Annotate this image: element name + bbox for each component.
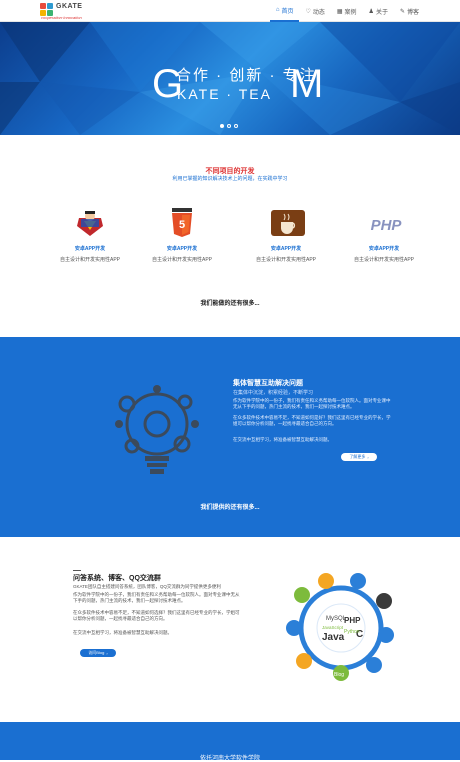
- qq-paragraph: 在众多软件技术中容易不足，不知道如何选择？我们这里有已经专业的学长，学姐可以帮你…: [73, 610, 240, 621]
- arrow-right-icon: ›: [367, 454, 369, 460]
- band-subtitle: 在集体中沉淀，积累经验，不断学习: [233, 390, 314, 396]
- nav-item-label: 首页: [281, 8, 294, 15]
- hub-label: Blog: [334, 672, 344, 678]
- hub-label: JavaScript: [322, 625, 344, 630]
- nav-item-4[interactable]: ✎ 博客: [394, 0, 425, 22]
- site-header: GKATE cooperation·Innovation ⌂ 首页 ♡ 动态 ▦ 案例 ♟ 关…: [0, 0, 460, 22]
- hub-label: PHP: [344, 616, 361, 625]
- project-card-java[interactable]: 安卓APP开发 自主设计和开发实用性APP: [246, 208, 326, 263]
- footer-text: 依托河南大学软件学院: [199, 756, 260, 762]
- projects-more: 我们能做的还有很多...: [200, 301, 260, 307]
- carousel-dot[interactable]: [234, 124, 238, 128]
- project-card-desc: 自主设计和开发实用性APP: [255, 257, 316, 263]
- nav-item-0[interactable]: ⌂ 首页: [269, 0, 300, 22]
- qq-paragraph: 作为软件学院中的一份子，我们有责任和义务帮助每一位软院人。面对专业课中无从下手的…: [73, 592, 240, 603]
- project-card-title: 安卓APP开发: [166, 246, 198, 252]
- project-card-desc: 自主设计和开发实用性APP: [353, 257, 414, 263]
- project-card-title: 安卓APP开发: [368, 246, 400, 252]
- svg-text:PHP: PHP: [371, 217, 403, 234]
- home-icon: ⌂: [275, 7, 280, 13]
- band-paragraph: 在众多软件技术中容易不足，不知道如何是好？我们这里有已经专业的学长，学姐可以帮你…: [233, 415, 391, 426]
- logo-tagline: cooperation·Innovation: [41, 15, 82, 20]
- hero-team-name: KATE · TEA: [177, 86, 272, 102]
- carousel-indicators: [220, 124, 238, 128]
- nav-item-1[interactable]: ♡ 动态: [299, 0, 330, 22]
- svg-text:5: 5: [179, 219, 185, 231]
- nav-item-2[interactable]: ▦ 案例: [331, 0, 363, 22]
- hero-banner: G 合作 · 创新 · 专注 KATE · TEA M: [0, 22, 460, 135]
- project-card-desc: 自主设计和开发实用性APP: [151, 257, 212, 263]
- section-accent-bar: [73, 570, 81, 571]
- java-coffee-icon: [271, 208, 305, 238]
- hero-letter-m: M: [290, 62, 324, 106]
- project-card-php[interactable]: PHP 安卓APP开发 自主设计和开发实用性APP: [344, 208, 424, 263]
- tech-hub-illustration: MySQL PHP JavaScript Java C Python Blog: [286, 573, 394, 681]
- logo-text: GKATE: [56, 3, 83, 10]
- superman-icon: [75, 208, 105, 238]
- project-card-title: 安卓APP开发: [74, 246, 106, 252]
- qq-paragraph: 在交流中互相学习，将准备被智慧互助解决问题。: [73, 630, 172, 635]
- nav-item-label: 案例: [344, 9, 357, 16]
- arrow-right-icon: ›: [106, 650, 108, 656]
- project-card-desc: 自主设计和开发实用性APP: [59, 257, 120, 263]
- band-title: 集体智慧互助解决问题: [233, 380, 303, 387]
- user-icon: ♟: [368, 8, 374, 15]
- qq-section-title: 问答系统、博客、QQ交流群: [73, 575, 161, 582]
- visit-blog-button[interactable]: 访问Blog ›: [80, 649, 116, 657]
- visit-blog-label: 访问Blog: [88, 650, 105, 655]
- php-icon: PHP: [369, 208, 403, 238]
- nav-item-label: 博客: [406, 9, 419, 16]
- html5-icon: 5: [167, 208, 197, 238]
- hub-label: Java: [322, 632, 345, 643]
- project-card-html5[interactable]: 5 安卓APP开发 自主设计和开发实用性APP: [142, 208, 222, 263]
- nav-item-label: 动态: [312, 9, 325, 16]
- project-card-title: 安卓APP开发: [270, 246, 302, 252]
- project-card-android[interactable]: 安卓APP开发 自主设计和开发实用性APP: [50, 208, 130, 263]
- projects-subtitle: 利用已掌握的知识解决技术上的问题，在实践中学习: [172, 176, 288, 182]
- nav-item-label: 关于: [375, 9, 388, 16]
- main-nav: ⌂ 首页 ♡ 动态 ▦ 案例 ♟ 关于 ✎ 博客: [269, 0, 425, 22]
- band-paragraph: 作为软件学院中的一份子，我们有责任和义务帮助每一位软院人。面对专业课中无从下手的…: [233, 398, 391, 409]
- carousel-dot[interactable]: [220, 124, 224, 128]
- grid-icon: ▦: [336, 8, 343, 15]
- leaf-icon: ✎: [399, 8, 405, 15]
- qq-paragraph: GKATE团队自主搭建问答系统，团队博客，QQ交流群为同学提供更多便利: [73, 584, 221, 589]
- learn-more-button[interactable]: 了解更多 ›: [341, 453, 377, 461]
- learn-more-label: 了解更多: [349, 454, 366, 459]
- band-more: 我们提供的还有很多...: [200, 505, 260, 511]
- hub-label: Python: [344, 629, 360, 635]
- band-paragraph: 在交流中互相学习，将准备被智慧互助解决问题。: [233, 437, 332, 442]
- carousel-dot[interactable]: [227, 124, 231, 128]
- heart-icon: ♡: [305, 8, 311, 15]
- nav-item-3[interactable]: ♟ 关于: [363, 0, 394, 22]
- lightbulb-gear-icon: [115, 385, 199, 474]
- site-logo[interactable]: GKATE cooperation·Innovation: [40, 3, 100, 20]
